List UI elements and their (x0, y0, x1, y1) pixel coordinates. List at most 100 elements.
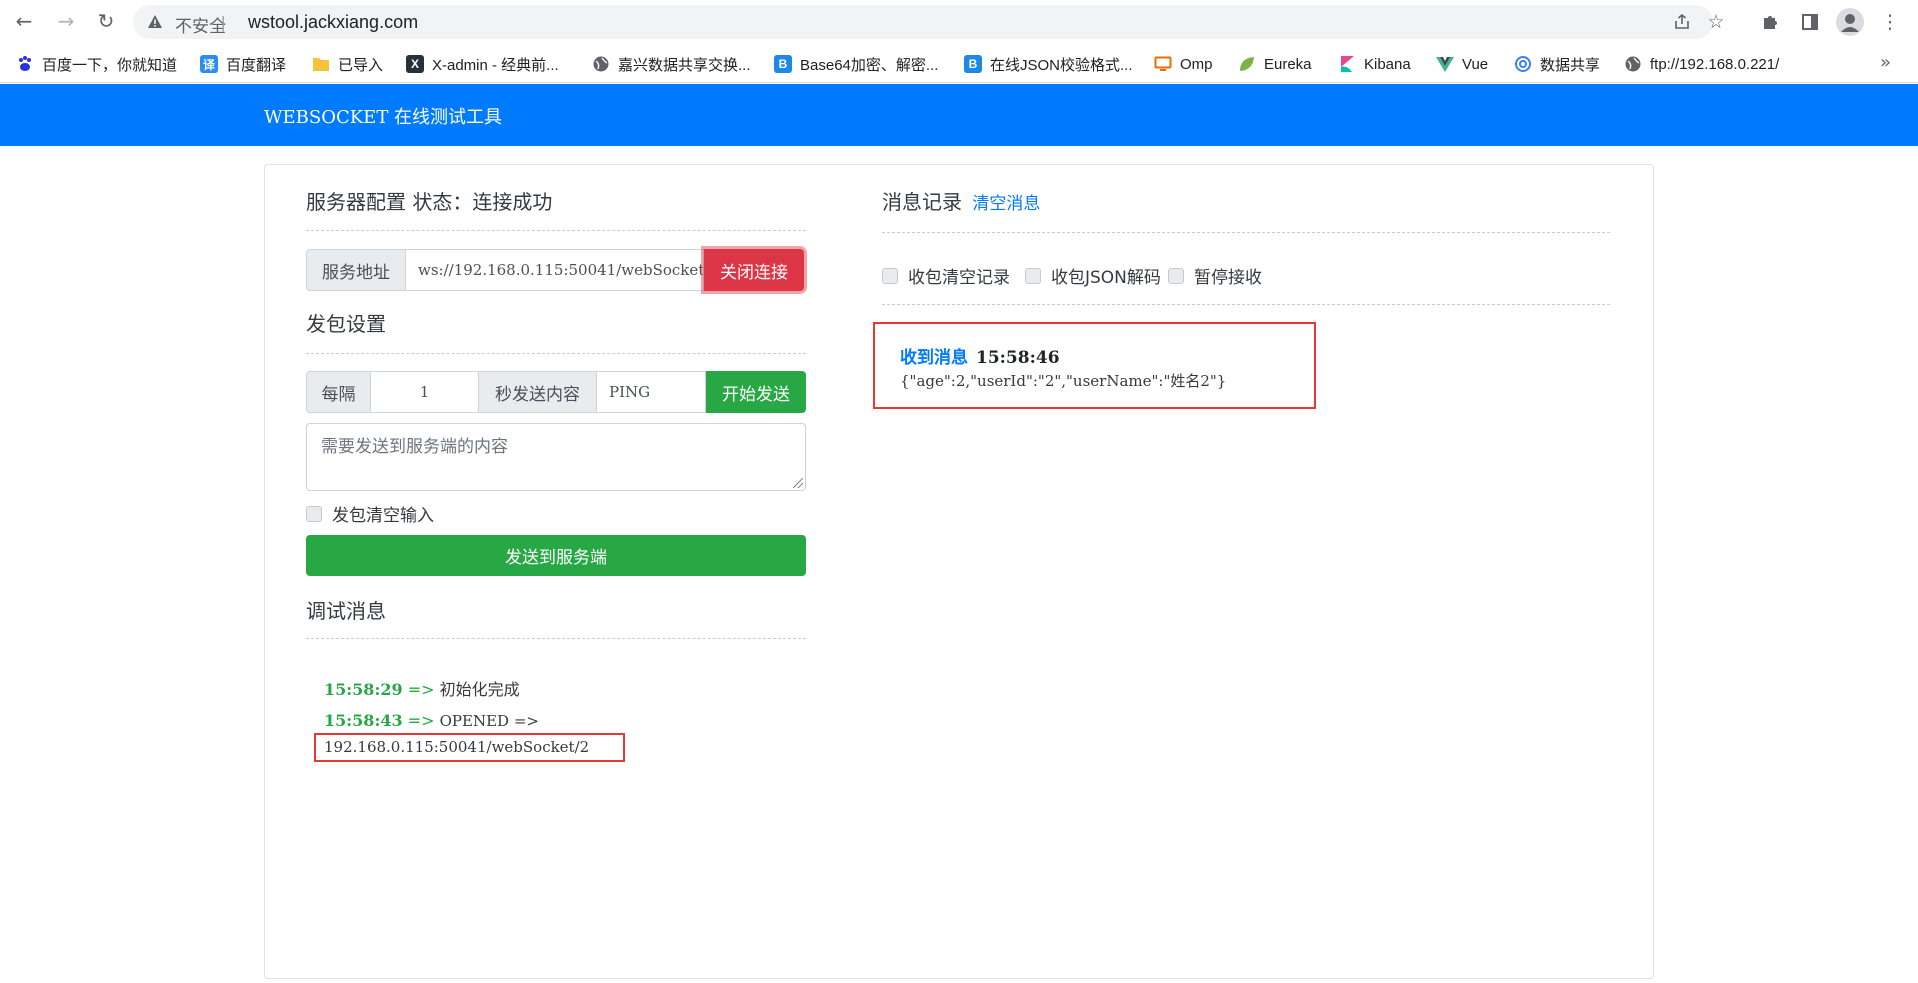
bookmark-base64[interactable]: B Base64加密、解密... (774, 52, 938, 76)
bookmark-star-icon[interactable]: ☆ (1705, 11, 1727, 33)
navbar: WEBSOCKET 在线测试工具 (0, 84, 1918, 146)
recv-json-decode-checkbox[interactable]: 收包JSON解码 (1025, 263, 1161, 288)
profile-avatar-icon[interactable] (1836, 8, 1864, 36)
not-secure-label[interactable]: 不安全 (175, 12, 226, 37)
bookmark-label: X-admin - 经典前... (432, 56, 559, 74)
server-address-label: 服务地址 (306, 249, 406, 291)
reload-icon[interactable]: ↻ (92, 7, 120, 35)
log-arrow: => (407, 711, 435, 730)
bookmark-label: Vue (1462, 55, 1489, 73)
browser-menu-icon[interactable]: ⋮ (1876, 8, 1904, 36)
auto-send-content-input[interactable]: PING (597, 371, 706, 413)
divider (306, 230, 806, 231)
bookmark-ftp[interactable]: ftp://192.168.0.221/ (1624, 52, 1779, 76)
bookmark-label: 已导入 (338, 56, 384, 74)
monitor-icon (1154, 55, 1172, 73)
baidu-paw-icon (16, 55, 34, 73)
bookmarks-overflow-icon[interactable]: » (1880, 52, 1891, 73)
bookmark-label: 在线JSON校验格式... (990, 56, 1133, 74)
send-to-server-button[interactable]: 发送到服务端 (306, 535, 806, 576)
bookmark-json-validator[interactable]: B 在线JSON校验格式... (964, 52, 1133, 76)
swirl-icon (1514, 55, 1532, 73)
server-address-input[interactable]: ws://192.168.0.115:50041/webSocket/2 (406, 249, 704, 291)
bookmark-vue[interactable]: Vue (1436, 52, 1488, 76)
vue-icon (1436, 55, 1454, 73)
bookmarks-bar: 百度一下，你就知道 译 百度翻译 已导入 X X-admin - 经典前... … (0, 44, 1918, 83)
textarea-placeholder: 需要发送到服务端的内容 (321, 437, 508, 457)
bookmark-label: 数据共享 (1540, 56, 1601, 74)
log-entry: 15:58:43 => OPENED => (324, 711, 539, 730)
browser-toolbar: ← → ↻ 不安全 | wstool.jackxiang.com ☆ ⋮ (0, 0, 1918, 44)
url-text[interactable]: wstool.jackxiang.com (248, 12, 418, 33)
divider (882, 304, 1610, 305)
divider (882, 232, 1610, 233)
bookmark-data-share[interactable]: 数据共享 (1514, 52, 1600, 76)
bookmark-xadmin[interactable]: X X-admin - 经典前... (406, 52, 559, 76)
interval-input[interactable]: 1 (371, 371, 479, 413)
kibana-icon (1338, 55, 1356, 73)
recv-clear-label: 收包清空记录 (908, 268, 1010, 288)
send-content-label: 秒发送内容 (479, 371, 597, 413)
share-icon[interactable] (1671, 11, 1693, 33)
bookmark-label: ftp://192.168.0.221/ (1650, 55, 1780, 73)
forward-arrow-icon[interactable]: → (52, 7, 80, 35)
recv-clear-checkbox[interactable]: 收包清空记录 (882, 263, 1010, 288)
message-records-label: 消息记录 (882, 190, 962, 214)
resize-grip-icon[interactable] (793, 478, 803, 488)
send-settings-title: 发包设置 (306, 312, 386, 336)
bookmark-omp[interactable]: Omp (1154, 52, 1213, 76)
highlight-box (873, 322, 1316, 409)
bookmark-jiaxing-data[interactable]: 嘉兴数据共享交换... (592, 52, 751, 76)
address-bar[interactable]: 不安全 | wstool.jackxiang.com ☆ (133, 5, 1725, 39)
recv-json-decode-label: 收包JSON解码 (1051, 268, 1161, 288)
bookmark-label: 百度一下，你就知道 (42, 56, 178, 74)
bookmark-eureka[interactable]: Eureka (1238, 52, 1312, 76)
address-separator: | (221, 13, 226, 32)
navbar-brand[interactable]: WEBSOCKET 在线测试工具 (264, 103, 502, 129)
message-records-title: 消息记录 清空消息 (882, 186, 1040, 215)
bookmark-imported-folder[interactable]: 已导入 (312, 52, 383, 76)
bookmark-label: Kibana (1364, 55, 1411, 73)
checkbox-box[interactable] (1025, 267, 1041, 284)
log-time: 15:58:29 (324, 680, 403, 699)
server-config-title: 服务器配置 状态：连接成功 (306, 190, 553, 214)
clear-messages-link[interactable]: 清空消息 (972, 194, 1040, 214)
bookmark-kibana[interactable]: Kibana (1338, 52, 1411, 76)
divider (306, 638, 806, 639)
warning-triangle-icon[interactable] (147, 14, 163, 30)
server-address-group: 服务地址 ws://192.168.0.115:50041/webSocket/… (306, 249, 804, 291)
clear-input-label: 发包清空输入 (332, 506, 434, 526)
side-panel-icon[interactable] (1796, 8, 1824, 36)
close-connection-button[interactable]: 关闭连接 (704, 249, 804, 291)
bookmark-baidu-translate[interactable]: 译 百度翻译 (200, 52, 286, 76)
back-arrow-icon[interactable]: ← (10, 7, 38, 35)
bookmark-label: Base64加密、解密... (800, 56, 939, 74)
bookmark-baidu[interactable]: 百度一下，你就知道 (16, 52, 177, 76)
checkbox-box[interactable] (882, 267, 898, 284)
extensions-puzzle-icon[interactable] (1756, 8, 1784, 36)
log-time: 15:58:43 (324, 711, 403, 730)
leaf-icon (1238, 55, 1256, 73)
every-label: 每隔 (306, 371, 371, 413)
bookmark-label: Omp (1180, 55, 1213, 73)
xadmin-icon: X (406, 55, 424, 73)
globe-icon (592, 55, 610, 73)
pause-receive-checkbox[interactable]: 暂停接收 (1168, 263, 1262, 288)
globe-icon (1624, 55, 1642, 73)
folder-icon (312, 55, 330, 73)
bookmark-label: 百度翻译 (226, 56, 287, 74)
b-square-icon: B (964, 55, 982, 73)
b-square-icon: B (774, 55, 792, 73)
auto-send-group: 每隔 1 秒发送内容 PING 开始发送 (306, 371, 806, 413)
message-textarea[interactable]: 需要发送到服务端的内容 (306, 423, 806, 491)
bookmark-label: Eureka (1264, 55, 1312, 73)
start-send-button[interactable]: 开始发送 (706, 371, 806, 413)
debug-title: 调试消息 (306, 599, 386, 623)
checkbox-box[interactable] (306, 505, 322, 522)
clear-input-checkbox[interactable]: 发包清空输入 (306, 501, 434, 526)
log-entry: 15:58:29 => 初始化完成 (324, 676, 520, 700)
log-text: OPENED => (439, 712, 539, 730)
checkbox-box[interactable] (1168, 267, 1184, 284)
highlight-box (314, 733, 625, 762)
log-arrow: => (407, 680, 435, 699)
